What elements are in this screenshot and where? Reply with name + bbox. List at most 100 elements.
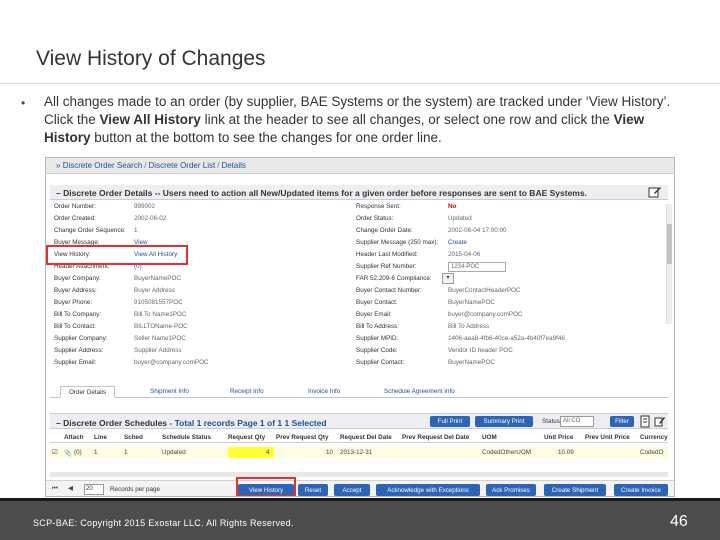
detail-value: buyer@company.comPOC (134, 359, 209, 366)
details-scrollbar[interactable] (666, 204, 672, 324)
detail-value: Bill To Name1POC (134, 311, 187, 318)
copyright-text: SCP-BAE: Copyright 2015 Exostar LLC. All… (33, 518, 294, 528)
bullet-text-part2: link at the header to see all changes, o… (200, 112, 614, 127)
cell-prev-request-qty: 10 (326, 449, 334, 456)
breadcrumb: » Discrete Order Search / Discrete Order L… (56, 161, 246, 170)
cell-line: 1 (94, 449, 98, 456)
detail-label: Supplier Email: (54, 359, 97, 366)
tab-schedule-agreement-info[interactable]: Schedule Agreement Info (384, 386, 455, 398)
detail-value: 2015-04-06 (448, 251, 481, 258)
grid-horizontal-scrollbar[interactable] (50, 472, 668, 477)
column-header-prev-request-qty[interactable]: Prev Request Qty (276, 434, 329, 441)
accept-button[interactable]: Accept (334, 484, 370, 496)
schedules-title-main[interactable]: – Discrete Order Schedules (56, 418, 167, 428)
row-checkbox[interactable]: ☑ (52, 449, 58, 456)
cell-schedule-status: Updated (162, 449, 186, 456)
edit-icon[interactable] (648, 186, 662, 198)
supplier-message-link[interactable]: Create (448, 239, 467, 246)
detail-row: Change Order Sequence: 1 Change Order Date… (52, 226, 656, 237)
column-header-sched[interactable]: Sched (124, 434, 143, 441)
detail-value: 2002-06-04 17:00:00 (448, 227, 507, 234)
detail-value: Seller Name1POC (134, 335, 186, 342)
breadcrumb-arrow-icon: » (56, 161, 61, 170)
schedules-grid-header: Attach Line Sched Schedule Status Reques… (50, 431, 668, 443)
tab-shipment-info[interactable]: Shipment Info (150, 386, 189, 398)
detail-value: 2002-06-02 (134, 215, 167, 222)
breadcrumb-order-list[interactable]: Discrete Order List (149, 161, 216, 170)
column-header-request-del-date[interactable]: Request Del Date (340, 434, 392, 441)
document-icon[interactable] (640, 415, 651, 428)
detail-value: BuyerNamePOC (448, 359, 495, 366)
detail-label: Order Created: (54, 215, 96, 222)
detail-value: BuyerContactHeaderPOC (448, 287, 521, 294)
detail-value: Vendor ID header POC (448, 347, 513, 354)
reset-button[interactable]: Reset (298, 484, 328, 496)
create-invoice-button[interactable]: Create Invoice (614, 484, 668, 496)
detail-label: Order Number: (54, 203, 96, 210)
status-filter-select[interactable]: All CO (560, 416, 594, 427)
tab-order-details[interactable]: Order Details (60, 386, 116, 398)
column-header-unit-price[interactable]: Unit Price (544, 434, 573, 441)
attachment-icon[interactable]: 📎 (64, 449, 72, 457)
detail-row: Buyer Phone: 9105081557POC Buyer Contact: B… (52, 298, 656, 309)
breadcrumb-details: Details (221, 161, 246, 170)
detail-label: FAR 52.209-6 Compliance: (356, 275, 432, 282)
detail-label: Buyer Address: (54, 287, 97, 294)
scrollbar-thumb[interactable] (667, 224, 672, 264)
column-header-currency[interactable]: Currency (640, 434, 668, 441)
column-header-prev-request-del-date[interactable]: Prev Request Del Date (402, 434, 469, 441)
cell-request-del-date: 2013-12-31 (340, 449, 373, 456)
edit-icon[interactable] (654, 415, 665, 428)
tab-invoice-info[interactable]: Invoice Info (308, 386, 340, 398)
column-header-uom[interactable]: UOM (482, 434, 497, 441)
detail-value: Buyer Address (134, 287, 175, 294)
detail-row: Supplier Address: Supplier Address Supplie… (52, 346, 656, 357)
summary-print-button[interactable]: Summary Print (475, 416, 533, 427)
cell-currency: CodedO (640, 449, 664, 456)
schedules-footer: ⏮ ◀ 20 Records per page View History Res… (46, 480, 674, 496)
detail-row: Order Created: 2002-06-02 Order Status: Upd… (52, 214, 656, 225)
column-header-prev-unit-price[interactable]: Prev Unit Price (585, 434, 630, 441)
detail-value: 1 (134, 227, 138, 234)
schedules-header: – Discrete Order Schedules - Total 1 rec… (50, 413, 668, 429)
full-print-button[interactable]: Full Print (430, 416, 470, 427)
detail-label: Supplier Code: (356, 347, 398, 354)
view-history-highlight-box (46, 245, 188, 265)
breadcrumb-order-search[interactable]: Discrete Order Search (63, 161, 143, 170)
cell-attach[interactable]: (0) (74, 449, 82, 456)
detail-label: Header Last Modified: (356, 251, 418, 258)
detail-label: Buyer Contact Number: (356, 287, 422, 294)
detail-label: Supplier Address: (54, 347, 104, 354)
acknowledge-with-exceptions-button[interactable]: Acknowledge with Exceptions (376, 484, 480, 496)
detail-label: Supplier Message (250 max): (356, 239, 439, 246)
details-header: – Discrete Order Details -- Users need t… (50, 185, 668, 200)
detail-value: 9105081557POC (134, 299, 183, 306)
detail-row: Supplier Email: buyer@company.comPOC Suppl… (52, 358, 656, 369)
column-header-schedule-status[interactable]: Schedule Status (162, 434, 211, 441)
records-per-page-select[interactable]: 20 (84, 484, 104, 495)
detail-row: Bill To Contact: BILLTOName-POC Bill To Ad… (52, 322, 656, 333)
detail-value: Bill To Address (448, 323, 490, 330)
cell-unit-price: 10.09 (558, 449, 574, 456)
details-header-title[interactable]: – Discrete Order Details -- Users need t… (56, 188, 587, 198)
slide-title: View History of Changes (36, 47, 266, 70)
column-header-request-qty[interactable]: Request Qty (228, 434, 265, 441)
detail-label: Change Order Sequence: (54, 227, 126, 234)
supplier-ref-number-input[interactable]: 1234-POC (448, 262, 506, 272)
nav-previous-icon[interactable]: ◀ (68, 485, 73, 492)
create-shipment-button[interactable]: Create Shipment (544, 484, 606, 496)
detail-label: Bill To Contact: (54, 323, 96, 330)
cell-request-qty: 4 (266, 449, 270, 456)
column-header-attach[interactable]: Attach (64, 434, 84, 441)
far-compliance-select[interactable]: ▾ (442, 273, 454, 284)
tab-receipt-info[interactable]: Receipt Info (230, 386, 264, 398)
nav-first-icon[interactable]: ⏮ (52, 485, 58, 493)
schedules-title: – Discrete Order Schedules - Total 1 rec… (56, 418, 327, 428)
filter-button[interactable]: Filter (610, 416, 634, 427)
detail-row: Supplier Company: Seller Name1POC Supplier… (52, 334, 656, 345)
detail-label: Supplier Ref Number: (356, 263, 417, 270)
table-row[interactable]: ☑ 📎 (0) 1 1 Updated 4 10 2013-12-31 Code… (50, 447, 668, 458)
bullet-text-part3: button at the bottom to see the changes … (90, 130, 442, 145)
ack-promises-button[interactable]: Ack Promises (486, 484, 536, 496)
column-header-line[interactable]: Line (94, 434, 107, 441)
